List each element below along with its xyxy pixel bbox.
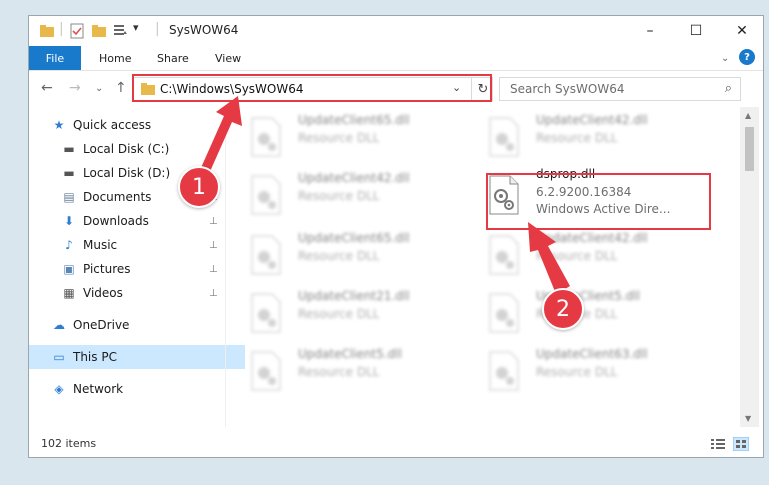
callout-2: 2: [542, 288, 584, 330]
annotation-arrows: [196, 96, 570, 294]
callout-1: 1: [178, 166, 220, 208]
arrow-2-icon: [528, 222, 570, 294]
